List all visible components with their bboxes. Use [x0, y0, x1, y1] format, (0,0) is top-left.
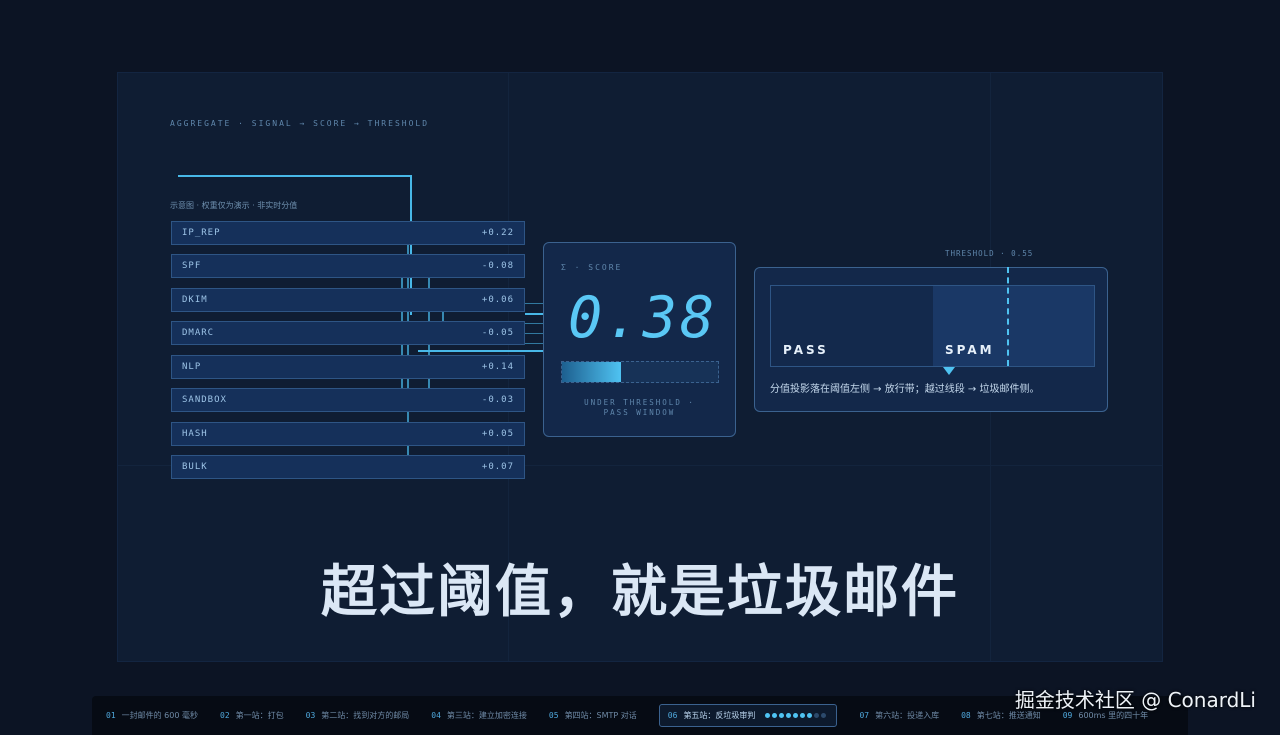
score-progress-fill — [562, 362, 622, 382]
nav-number: 03 — [305, 711, 316, 720]
threshold-card: PASS SPAM 分值投影落在阈值左侧 → 放行带；越过线段 → 垃圾邮件侧。 — [754, 267, 1108, 412]
signal-row-sandbox: SANDBOX -0.03 — [171, 388, 525, 412]
connector-line — [418, 350, 543, 352]
progress-dot — [800, 713, 806, 718]
score-label: Σ · SCORE — [561, 263, 623, 272]
connector-line — [525, 343, 543, 344]
signal-name: BULK — [182, 462, 208, 472]
threshold-zones: PASS SPAM — [770, 267, 1095, 375]
headline: 超过阈值，就是垃圾邮件 — [321, 560, 959, 625]
nav-item-05[interactable]: 05 第四站：SMTP 对话 — [549, 710, 637, 721]
connector-line — [178, 175, 411, 177]
signal-weight: +0.07 — [481, 462, 514, 472]
nav-number: 05 — [548, 711, 559, 720]
connector-line — [525, 313, 543, 315]
pipeline-label: AGGREGATE · SIGNAL → SCORE → THRESHOLD — [170, 119, 430, 128]
signal-name: SPF — [182, 261, 202, 271]
score-caption-line: UNDER THRESHOLD · — [584, 398, 695, 407]
signal-row-dkim: DKIM +0.06 — [171, 288, 525, 312]
threshold-label: THRESHOLD · 0.55 — [945, 249, 1034, 258]
nav-label: 第六站：投递入库 — [875, 711, 940, 720]
signal-row-ip-rep: IP_REP +0.22 — [171, 221, 525, 245]
nav-label: 第一站：打包 — [235, 711, 284, 720]
progress-dot — [779, 713, 785, 718]
connector-line — [525, 333, 543, 334]
progress-dot — [772, 713, 778, 718]
slide-canvas: AGGREGATE · SIGNAL → SCORE → THRESHOLD 示… — [118, 73, 1162, 661]
nav-label: 一封邮件的 600 毫秒 — [121, 711, 198, 720]
pass-zone: PASS — [771, 286, 934, 366]
nav-number: 07 — [859, 711, 870, 720]
nav-number: 08 — [961, 711, 971, 720]
signal-weight: -0.03 — [481, 395, 514, 405]
threshold-marker-line — [1007, 267, 1009, 366]
spam-zone: SPAM — [933, 286, 1094, 366]
signal-name: SANDBOX — [182, 395, 227, 405]
score-caption: UNDER THRESHOLD · PASS WINDOW — [544, 398, 735, 418]
progress-dot — [786, 713, 792, 718]
progress-dot — [765, 713, 771, 718]
nav-label: 第二站：找到对方的邮局 — [321, 711, 410, 720]
signal-row-bulk: BULK +0.07 — [171, 455, 525, 479]
spam-label: SPAM — [945, 343, 995, 357]
signal-weight: -0.08 — [481, 261, 514, 271]
signal-row-dmarc: DMARC -0.05 — [171, 321, 525, 345]
progress-dot — [807, 713, 813, 718]
signal-weight: +0.05 — [481, 429, 514, 439]
nav-item-02[interactable]: 02 第一站：打包 — [220, 710, 284, 721]
nav-item-03[interactable]: 03 第二站：找到对方的邮局 — [306, 710, 410, 721]
score-caption-line: PASS WINDOW — [603, 408, 676, 417]
nav-item-04[interactable]: 04 第三站：建立加密连接 — [431, 710, 527, 721]
progress-dots — [765, 713, 828, 718]
score-pointer-icon — [943, 367, 955, 375]
score-value: 0.38 — [568, 285, 718, 351]
nav-number: 02 — [220, 711, 230, 720]
signal-row-spf: SPF -0.08 — [171, 254, 525, 278]
progress-dot — [814, 713, 820, 718]
nav-label: 第五站：反垃圾审判 — [683, 711, 756, 720]
score-card: Σ · SCORE 0.38 UNDER THRESHOLD · PASS WI… — [543, 242, 736, 437]
connector-line — [525, 323, 543, 324]
progress-dot — [821, 713, 827, 718]
pass-label: PASS — [783, 343, 829, 357]
demo-note: 示意图 · 权重仅为演示 · 非实时分值 — [170, 201, 298, 210]
nav-label: 第四站：SMTP 对话 — [564, 711, 637, 720]
nav-item-06-active[interactable]: 06 第五站：反垃圾审判 — [658, 704, 838, 727]
signal-weight: +0.14 — [481, 362, 514, 372]
signal-weight: +0.06 — [481, 295, 514, 305]
nav-number: 04 — [431, 711, 441, 720]
signal-name: NLP — [182, 362, 202, 372]
signal-name: DMARC — [182, 328, 215, 338]
signal-name: HASH — [182, 429, 208, 439]
threshold-caption: 分值投影落在阈值左侧 → 放行带；越过线段 → 垃圾邮件侧。 — [770, 384, 1040, 395]
nav-number: 06 — [667, 711, 678, 720]
signal-row-nlp: NLP +0.14 — [171, 355, 525, 379]
nav-item-07[interactable]: 07 第六站：投递入库 — [859, 710, 939, 721]
score-progress-bar — [561, 361, 719, 383]
nav-label: 第三站：建立加密连接 — [446, 711, 527, 720]
watermark: 掘金技术社区 @ ConardLi — [1014, 688, 1256, 712]
connector-line — [525, 303, 543, 304]
signal-name: IP_REP — [182, 228, 221, 238]
progress-dot — [793, 713, 799, 718]
signal-weight: +0.22 — [481, 228, 514, 238]
nav-number: 01 — [106, 711, 116, 720]
signal-name: DKIM — [182, 295, 208, 305]
nav-item-01[interactable]: 01 一封邮件的 600 毫秒 — [106, 710, 198, 721]
signal-weight: -0.05 — [481, 328, 514, 338]
signal-row-hash: HASH +0.05 — [171, 422, 525, 446]
